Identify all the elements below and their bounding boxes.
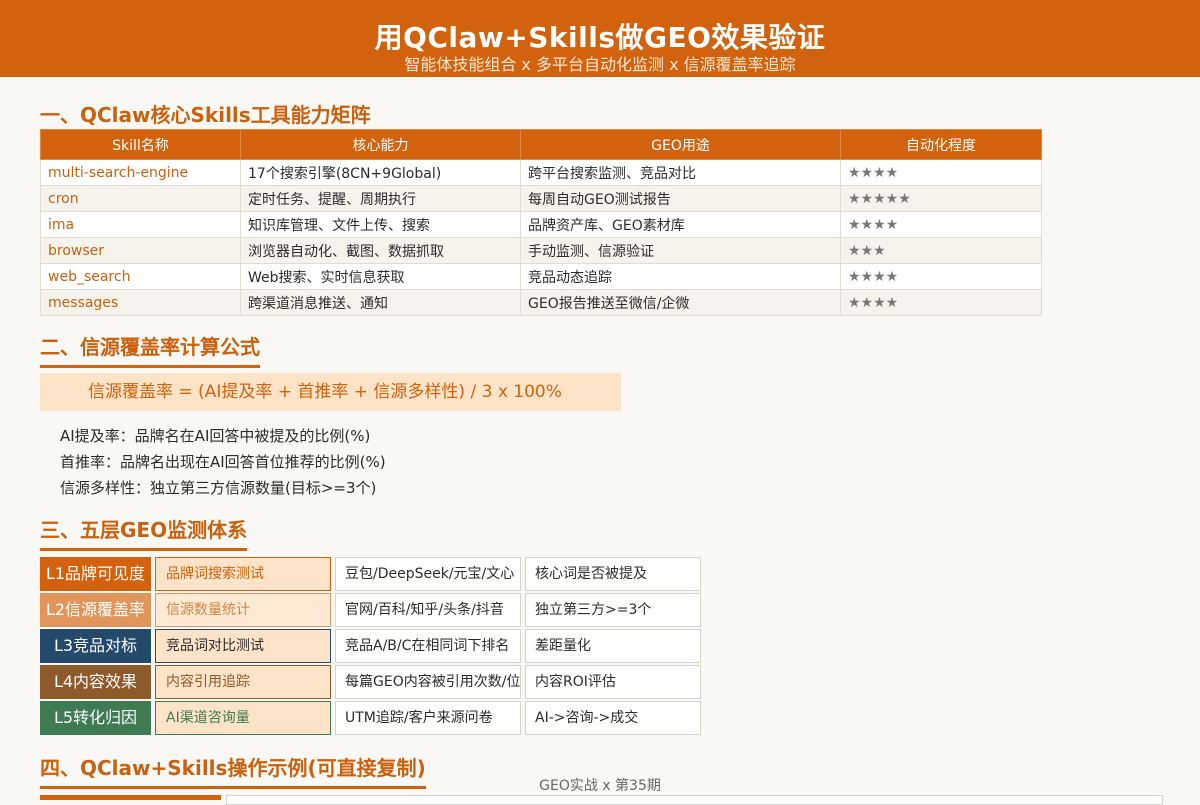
level-label: L2信源覆盖率 <box>40 593 151 627</box>
skill-usage: 竞品动态追踪 <box>520 263 841 290</box>
page-subtitle: 智能体技能组合 x 多平台自动化监测 x 信源覆盖率追踪 <box>404 55 796 74</box>
skill-usage: GEO报告推送至微信/企微 <box>520 289 841 316</box>
column-header-usage: GEO用途 <box>520 129 841 160</box>
level-metric: 独立第三方>=3个 <box>525 593 701 627</box>
skill-usage: 手动监测、信源验证 <box>520 237 841 264</box>
level-method: 内容引用追踪 <box>155 665 331 699</box>
column-header-capability: 核心能力 <box>240 129 521 160</box>
level-platforms: 竞品A/B/C在相同词下排名 <box>335 629 521 663</box>
level-label: L3竞品对标 <box>40 629 151 663</box>
column-header-automation: 自动化程度 <box>840 129 1042 160</box>
example-code-box <box>226 795 1163 805</box>
level-label: L5转化归因 <box>40 701 151 735</box>
automation-stars: ★★★★ <box>840 289 1042 316</box>
skill-capability: Web搜索、实时信息获取 <box>240 263 521 290</box>
section1-title: 一、QClaw核心Skills工具能力矩阵 <box>40 103 371 127</box>
column-header-skill: Skill名称 <box>40 129 241 160</box>
skill-usage: 每周自动GEO测试报告 <box>520 185 841 212</box>
level-platforms: 官网/百科/知乎/头条/抖音 <box>335 593 521 627</box>
skill-name: multi-search-engine <box>40 159 241 186</box>
skill-name: messages <box>40 289 241 316</box>
skills-matrix-table: Skill名称 核心能力 GEO用途 自动化程度 multi-search-en… <box>40 129 1042 316</box>
skill-capability: 知识库管理、文件上传、搜索 <box>240 211 521 238</box>
footer-issue-label: GEO实战 x 第35期 <box>539 778 661 794</box>
table-row: web_search Web搜索、实时信息获取 竞品动态追踪 ★★★★ <box>40 263 1042 290</box>
skill-usage: 品牌资产库、GEO素材库 <box>520 211 841 238</box>
page-title: 用QClaw+Skills做GEO效果验证 <box>374 21 826 54</box>
level-label: L1品牌可见度 <box>40 557 151 591</box>
table-header-row: Skill名称 核心能力 GEO用途 自动化程度 <box>40 129 1042 160</box>
level-method: 信源数量统计 <box>155 593 331 627</box>
skill-name: ima <box>40 211 241 238</box>
table-row: messages 跨渠道消息推送、通知 GEO报告推送至微信/企微 ★★★★ <box>40 289 1042 316</box>
level-platforms: 每篇GEO内容被引用次数/位 <box>335 665 521 699</box>
example-tab-bar <box>40 795 221 800</box>
automation-stars: ★★★★ <box>840 159 1042 186</box>
skill-capability: 跨渠道消息推送、通知 <box>240 289 521 316</box>
skill-capability: 17个搜索引擎(8CN+9Global) <box>240 159 521 186</box>
table-row: browser 浏览器自动化、截图、数据抓取 手动监测、信源验证 ★★★ <box>40 237 1042 264</box>
section3-title: 三、五层GEO监测体系 <box>40 514 248 551</box>
coverage-formula: 信源覆盖率 = (AI提及率 + 首推率 + 信源多样性) / 3 x 100% <box>40 373 621 411</box>
header-banner: 用QClaw+Skills做GEO效果验证 智能体技能组合 x 多平台自动化监测… <box>0 0 1200 77</box>
automation-stars: ★★★★ <box>840 211 1042 238</box>
level-label: L4内容效果 <box>40 665 151 699</box>
definition-mention-rate: AI提及率：品牌名在AI回答中被提及的比例(%) <box>60 427 371 445</box>
automation-stars: ★★★★ <box>840 263 1042 290</box>
level-metric: AI->咨询->成交 <box>525 701 701 735</box>
automation-stars: ★★★★★ <box>840 185 1042 212</box>
level-platforms: UTM追踪/客户来源问卷 <box>335 701 521 735</box>
definition-source-diversity: 信源多样性：独立第三方信源数量(目标>=3个) <box>60 479 377 497</box>
section2-title: 二、信源覆盖率计算公式 <box>40 331 260 368</box>
skill-name: web_search <box>40 263 241 290</box>
level-metric: 差距量化 <box>525 629 701 663</box>
table-row: multi-search-engine 17个搜索引擎(8CN+9Global)… <box>40 159 1042 186</box>
level-metric: 内容ROI评估 <box>525 665 701 699</box>
definition-first-rec-rate: 首推率：品牌名出现在AI回答首位推荐的比例(%) <box>60 453 386 471</box>
level-method: 竞品词对比测试 <box>155 629 331 663</box>
automation-stars: ★★★ <box>840 237 1042 264</box>
table-row: cron 定时任务、提醒、周期执行 每周自动GEO测试报告 ★★★★★ <box>40 185 1042 212</box>
level-method: AI渠道咨询量 <box>155 701 331 735</box>
level-metric: 核心词是否被提及 <box>525 557 701 591</box>
skill-capability: 定时任务、提醒、周期执行 <box>240 185 521 212</box>
skill-name: browser <box>40 237 241 264</box>
skill-capability: 浏览器自动化、截图、数据抓取 <box>240 237 521 264</box>
level-platforms: 豆包/DeepSeek/元宝/文心 <box>335 557 521 591</box>
table-row: ima 知识库管理、文件上传、搜索 品牌资产库、GEO素材库 ★★★★ <box>40 211 1042 238</box>
level-method: 品牌词搜索测试 <box>155 557 331 591</box>
skill-name: cron <box>40 185 241 212</box>
skill-usage: 跨平台搜索监测、竞品对比 <box>520 159 841 186</box>
